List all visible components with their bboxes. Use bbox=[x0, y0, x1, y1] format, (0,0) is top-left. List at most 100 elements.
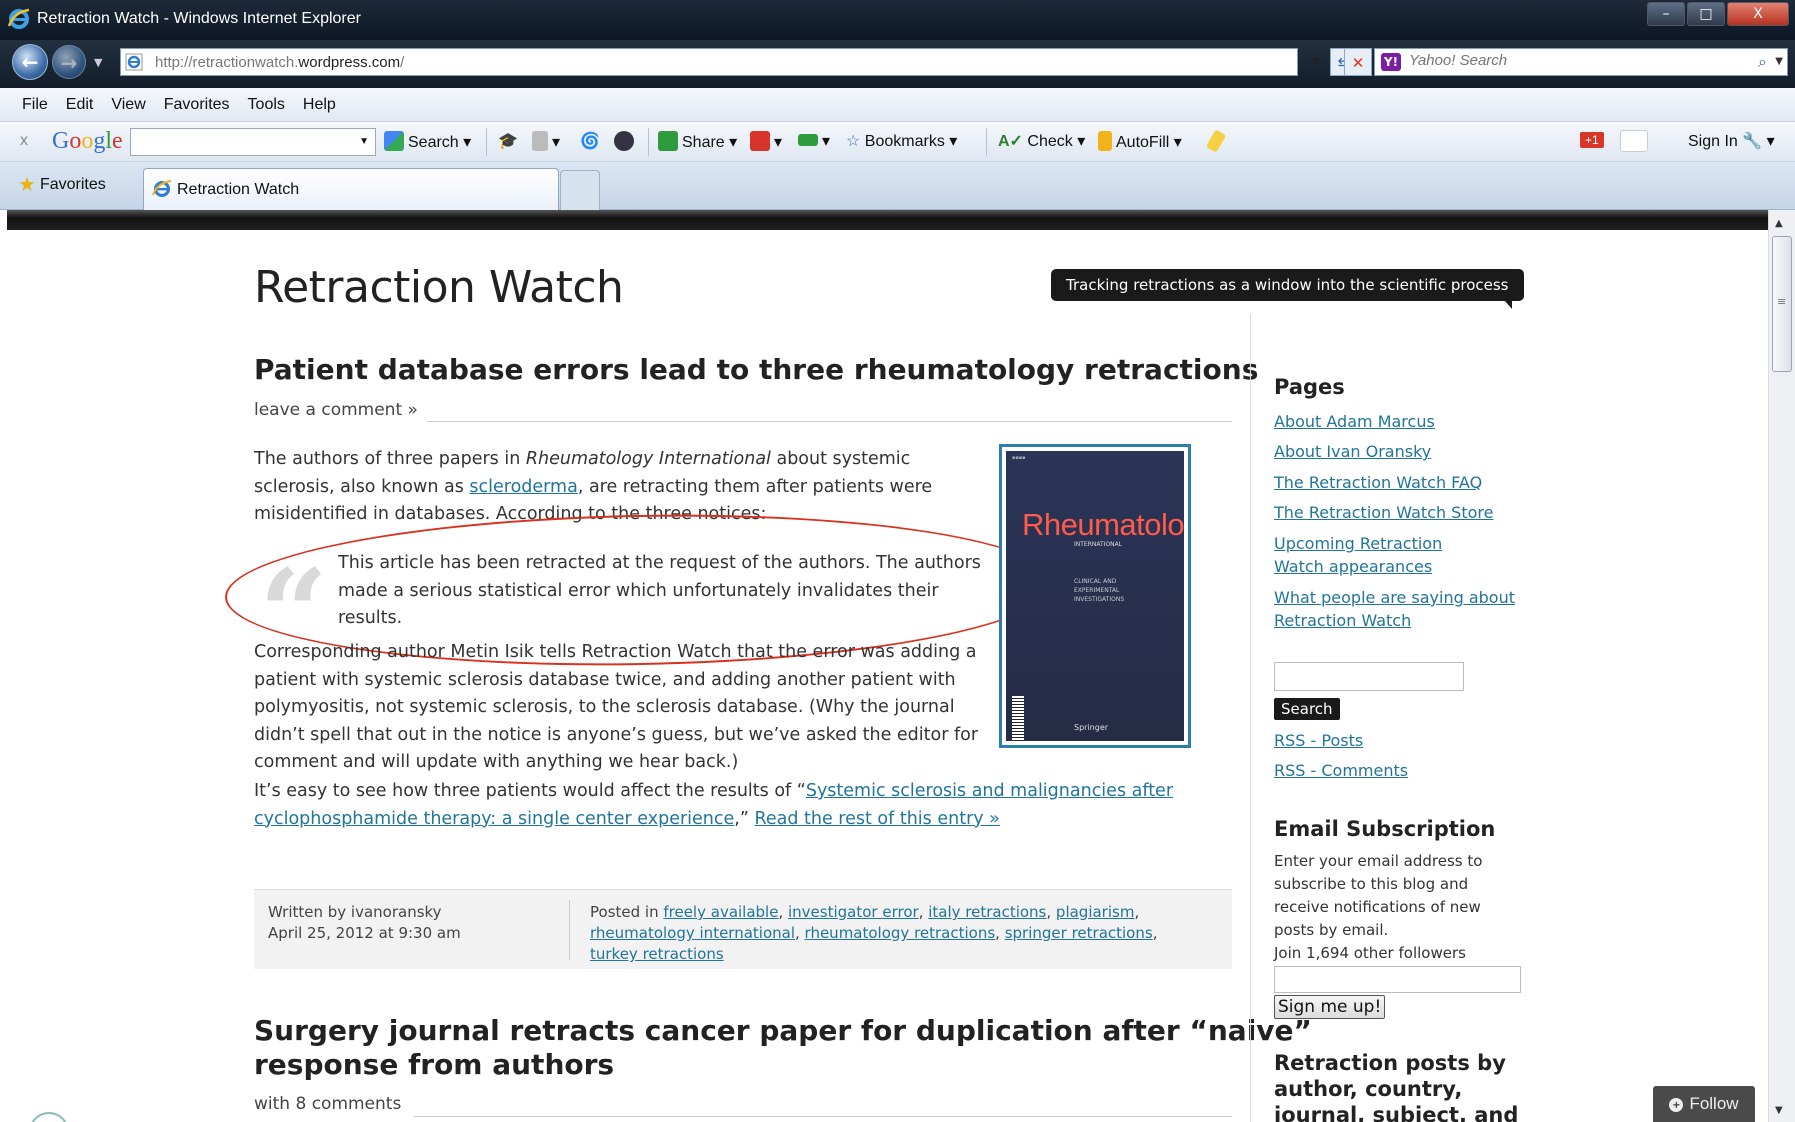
tag-link[interactable]: rheumatology international bbox=[590, 924, 795, 942]
forward-button[interactable]: → bbox=[52, 45, 86, 79]
blockquote: This article has been retracted at the r… bbox=[338, 553, 981, 628]
post-title[interactable]: Surgery journal retracts cancer paper fo… bbox=[254, 1014, 1312, 1082]
post-title[interactable]: Patient database errors lead to three rh… bbox=[254, 353, 1258, 387]
divider bbox=[569, 900, 570, 960]
page-link-what-people-say[interactable]: What people are saying about Retraction W… bbox=[1274, 586, 1515, 632]
address-toolbar: ← → ▼ http://retractionwatch.wordpress.c… bbox=[0, 40, 1795, 88]
pages-heading: Pages bbox=[1274, 375, 1345, 399]
check-button[interactable]: A✓ Check ▾ bbox=[998, 131, 1085, 151]
tag-link[interactable]: rheumatology retractions bbox=[805, 924, 996, 942]
url-text: http://retractionwatch.wordpress.com/ bbox=[155, 54, 405, 71]
close-window-button[interactable]: X bbox=[1727, 2, 1789, 26]
rss-posts-link[interactable]: RSS - Posts bbox=[1274, 729, 1363, 752]
tag-link[interactable]: italy retractions bbox=[928, 903, 1046, 921]
google-search-input[interactable]: ▼ bbox=[130, 128, 376, 156]
bookmarks-button[interactable]: ☆ Bookmarks ▾ bbox=[846, 131, 957, 151]
page-link-about-ivan[interactable]: About Ivan Oransky bbox=[1274, 440, 1431, 463]
maximize-button[interactable]: □ bbox=[1687, 2, 1725, 26]
post-date: April 25, 2012 at 9:30 am bbox=[268, 924, 461, 942]
scleroderma-link[interactable]: scleroderma bbox=[469, 477, 577, 497]
search-icon[interactable]: ⌕ bbox=[1758, 52, 1767, 72]
autofill-button[interactable]: AutoFill ▾ bbox=[1098, 131, 1182, 152]
tag-link[interactable]: springer retractions bbox=[1005, 924, 1153, 942]
page-link-about-adam[interactable]: About Adam Marcus bbox=[1274, 410, 1435, 433]
sign-up-button[interactable]: Sign me up! bbox=[1274, 995, 1386, 1019]
tag-link[interactable]: freely available bbox=[663, 903, 778, 921]
menu-favorites[interactable]: Favorites bbox=[155, 88, 239, 122]
highlight-icon[interactable] bbox=[1205, 129, 1227, 153]
spellcheck-icon: A✓ bbox=[998, 133, 1023, 150]
star-icon: ★ bbox=[18, 174, 36, 196]
tab-bar: ★ Favorites Retraction Watch bbox=[0, 162, 1795, 210]
tag-link[interactable]: plagiarism bbox=[1056, 903, 1135, 921]
page-link-faq[interactable]: The Retraction Watch FAQ bbox=[1274, 471, 1482, 494]
site-tagline: Tracking retractions as a window into th… bbox=[1051, 269, 1524, 309]
address-dropdown-icon[interactable]: ▼ bbox=[1302, 48, 1330, 76]
post-paragraph: Corresponding author Metin Isik tells Re… bbox=[254, 642, 979, 772]
menu-view[interactable]: View bbox=[102, 88, 154, 122]
read-more-link[interactable]: Read the rest of this entry » bbox=[754, 809, 999, 829]
favorites-button[interactable]: ★ Favorites bbox=[18, 172, 106, 197]
menu-bar: File Edit View Favorites Tools Help bbox=[0, 88, 1795, 122]
spell-icon[interactable]: 🌀 bbox=[580, 131, 600, 151]
tab-retraction-watch[interactable]: Retraction Watch bbox=[143, 168, 559, 210]
window-title: Retraction Watch - Windows Internet Expl… bbox=[37, 10, 361, 27]
rss-comments-link[interactable]: RSS - Comments bbox=[1274, 759, 1408, 782]
close-toolbar-button[interactable]: x bbox=[20, 132, 28, 150]
article-link[interactable]: cyclophosphamide therapy: a single cente… bbox=[254, 809, 734, 829]
menu-file[interactable]: File bbox=[0, 88, 57, 122]
sign-in-button[interactable]: Sign In 🔧 ▾ bbox=[1688, 131, 1775, 151]
journal-name: Rheumatology International bbox=[525, 449, 771, 469]
sidebar-search-button[interactable]: Search bbox=[1274, 698, 1340, 720]
share-icon bbox=[658, 131, 678, 151]
page-link-appearances[interactable]: Upcoming Retraction Watch appearances bbox=[1274, 532, 1442, 578]
email-field[interactable] bbox=[1274, 966, 1521, 993]
tag-link[interactable]: turkey retractions bbox=[590, 945, 724, 963]
sidebar-search-input[interactable] bbox=[1274, 662, 1464, 691]
search-box[interactable]: Y! ⌕ ▼ bbox=[1374, 48, 1788, 76]
scholar-icon[interactable]: 🎓 bbox=[498, 131, 518, 151]
address-bar[interactable]: http://retractionwatch.wordpress.com/ bbox=[120, 48, 1298, 76]
recent-pages-dropdown-icon[interactable]: ▼ bbox=[94, 56, 102, 69]
follow-button[interactable]: + Follow bbox=[1653, 1086, 1755, 1122]
google-search-button[interactable]: Search ▾ bbox=[384, 131, 471, 152]
back-button[interactable]: ← bbox=[12, 44, 48, 80]
battery-button[interactable]: ▾ bbox=[798, 131, 830, 151]
cover-publisher: Springer bbox=[1074, 723, 1109, 732]
gplus-button[interactable]: +1 bbox=[1580, 132, 1604, 148]
post-paragraph: It’s easy to see how three patients woul… bbox=[254, 781, 1174, 829]
vertical-scrollbar[interactable]: ▲ ≡ ▼ bbox=[1768, 210, 1795, 1122]
article-link[interactable]: Systemic sclerosis and malignancies afte… bbox=[806, 781, 1173, 801]
journal-cover-image: ▪▪▪▪ Rheumatology INTERNATIONAL CLINICAL… bbox=[999, 444, 1191, 748]
site-title[interactable]: Retraction Watch bbox=[254, 262, 624, 313]
post-comments-link[interactable]: with 8 comments bbox=[254, 1094, 401, 1114]
page-ie-icon bbox=[125, 53, 143, 71]
search-options-dropdown-icon[interactable]: ▼ bbox=[1775, 56, 1783, 67]
post-comments-link[interactable]: leave a comment » bbox=[254, 400, 418, 420]
page-link-store[interactable]: The Retraction Watch Store bbox=[1274, 501, 1493, 524]
translate-button[interactable]: ▾ bbox=[750, 131, 782, 152]
scroll-down-icon[interactable]: ▼ bbox=[1775, 1105, 1783, 1116]
popup-blocker-icon[interactable] bbox=[614, 131, 638, 152]
retraction-posts-heading: Retraction posts by author, country, jou… bbox=[1274, 1051, 1519, 1122]
minimize-button[interactable]: – bbox=[1647, 2, 1685, 26]
post-paragraph: The authors of three papers in Rheumatol… bbox=[254, 449, 933, 524]
share-button[interactable]: Share ▾ bbox=[658, 131, 737, 152]
menu-tools[interactable]: Tools bbox=[239, 88, 294, 122]
cover-lines: CLINICAL AND EXPERIMENTAL INVESTIGATIONS bbox=[1074, 578, 1125, 603]
yahoo-icon: Y! bbox=[1381, 53, 1401, 71]
wordpress-icon[interactable] bbox=[29, 1112, 69, 1122]
barcode-icon bbox=[1012, 696, 1024, 741]
tag-link[interactable]: investigator error bbox=[788, 903, 919, 921]
google-logo[interactable]: Google bbox=[52, 128, 123, 155]
page-viewport: Retraction Watch Tracking retractions as… bbox=[7, 210, 1768, 1122]
pagerank-icon[interactable]: ▾ bbox=[532, 131, 560, 152]
menu-help[interactable]: Help bbox=[294, 88, 345, 122]
post-categories: Posted in freely available, investigator… bbox=[590, 903, 1158, 963]
new-tab-button[interactable] bbox=[560, 170, 600, 210]
scroll-up-icon[interactable]: ▲ bbox=[1775, 218, 1783, 229]
search-input[interactable] bbox=[1409, 52, 1729, 69]
scrollbar-thumb[interactable]: ≡ bbox=[1772, 236, 1792, 372]
stop-icon[interactable]: ✕ bbox=[1344, 48, 1372, 76]
menu-edit[interactable]: Edit bbox=[57, 88, 103, 122]
